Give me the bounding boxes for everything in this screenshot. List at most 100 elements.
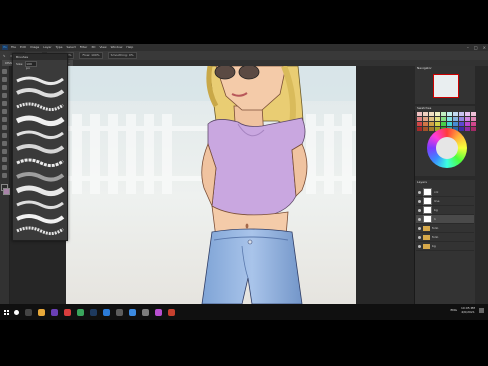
background-color-swatch[interactable] (3, 188, 10, 195)
visibility-eye-icon[interactable] (418, 199, 421, 203)
layer-row[interactable]: folio (416, 224, 474, 233)
visibility-eye-icon[interactable] (418, 208, 421, 212)
menu-3d[interactable]: 3D (91, 44, 95, 51)
swatch-cell[interactable] (429, 112, 434, 116)
shape-tool-icon[interactable] (2, 157, 7, 162)
layer-row[interactable]: line (416, 197, 474, 206)
swatch-cell[interactable] (447, 117, 452, 121)
eyedropper-tool-icon[interactable] (2, 101, 7, 106)
gradient-tool-icon[interactable] (2, 125, 7, 130)
swatch-cell[interactable] (453, 122, 458, 126)
swatch-cell[interactable] (417, 127, 422, 131)
file-explorer-icon[interactable] (38, 308, 45, 316)
visibility-eye-icon[interactable] (418, 235, 421, 239)
lasso-tool-icon[interactable] (2, 85, 7, 90)
crop-tool-icon[interactable] (2, 93, 7, 98)
brush-preset-9[interactable] (15, 185, 65, 197)
layer-row[interactable]: 1 (416, 215, 474, 224)
layer-row[interactable]: bg (416, 206, 474, 215)
maximize-button[interactable]: □ (474, 44, 478, 51)
photoshop-taskbar-icon[interactable] (90, 308, 97, 316)
swatch-cell[interactable] (453, 112, 458, 116)
swatch-cell[interactable] (447, 112, 452, 116)
color-wheel[interactable] (427, 128, 467, 168)
swatch-cell[interactable] (465, 122, 470, 126)
brush-preset-7[interactable] (16, 158, 64, 168)
brush-preset-3[interactable] (16, 102, 64, 112)
swatch-cell[interactable] (423, 122, 428, 126)
brush-size-input[interactable]: 100 px (25, 60, 38, 70)
blur-tool-icon[interactable] (2, 133, 7, 138)
menu-image[interactable]: Image (30, 44, 39, 51)
brush-preset-10[interactable] (16, 200, 64, 210)
document-canvas[interactable] (66, 66, 356, 304)
hand-tool-icon[interactable] (2, 165, 7, 170)
move-tool-icon[interactable] (2, 69, 7, 74)
swatch-cell[interactable] (447, 122, 452, 126)
swatch-cell[interactable] (441, 117, 446, 121)
swatch-cell[interactable] (417, 122, 422, 126)
swatch-cell[interactable] (429, 127, 434, 131)
swatch-cell[interactable] (429, 117, 434, 121)
swatch-cell[interactable] (465, 112, 470, 116)
app-icon-7[interactable] (168, 308, 175, 316)
menu-filter[interactable]: Filter (80, 44, 87, 51)
menu-select[interactable]: Select (67, 44, 76, 51)
visibility-eye-icon[interactable] (418, 190, 421, 194)
brush-preset-6[interactable] (16, 144, 65, 154)
brush-preset-8[interactable] (16, 172, 65, 182)
swatch-cell[interactable] (459, 122, 464, 126)
search-icon[interactable] (14, 309, 19, 315)
menu-file[interactable]: File (11, 44, 16, 51)
swatch-cell[interactable] (465, 117, 470, 121)
layer-row[interactable]: col (416, 188, 474, 197)
app-icon-1[interactable] (51, 308, 58, 316)
swatch-cell[interactable] (465, 127, 470, 131)
swatch-cell[interactable] (435, 117, 440, 121)
swatch-cell[interactable] (453, 117, 458, 121)
swatch-cell[interactable] (471, 127, 476, 131)
tray-clock[interactable]: 10:05 PM 4/6/2021 (461, 306, 475, 314)
brush-preset-11[interactable] (16, 214, 65, 224)
swatch-cell[interactable] (441, 112, 446, 116)
menu-layer[interactable]: Layer (43, 44, 51, 51)
zoom-tool-icon[interactable] (2, 173, 7, 178)
swatch-cell[interactable] (459, 127, 464, 131)
navigator-thumbnail[interactable] (433, 74, 459, 98)
brush-tool-icon[interactable]: ✎ (3, 54, 6, 58)
brush-preset-2[interactable] (16, 88, 65, 98)
chrome-icon[interactable] (77, 308, 84, 316)
swatch-cell[interactable] (471, 117, 476, 121)
swatch-cell[interactable] (471, 122, 476, 126)
app-icon-3[interactable] (103, 308, 110, 316)
photoshop-logo-icon[interactable]: Ps (2, 45, 8, 50)
app-icon-4[interactable] (129, 308, 136, 316)
swatch-cell[interactable] (429, 122, 434, 126)
minimize-button[interactable]: – (467, 44, 469, 51)
visibility-eye-icon[interactable] (418, 244, 421, 248)
steam-icon[interactable] (116, 308, 123, 316)
menu-type[interactable]: Type (56, 44, 63, 51)
brush-preset-5[interactable] (16, 130, 64, 140)
swatch-cell[interactable] (423, 112, 428, 116)
menu-view[interactable]: View (99, 44, 106, 51)
menu-help[interactable]: Help (126, 44, 133, 51)
brush-preset-4[interactable] (15, 115, 65, 127)
app-icon-5[interactable] (142, 308, 149, 316)
swatch-cell[interactable] (471, 112, 476, 116)
visibility-eye-icon[interactable] (418, 226, 421, 230)
windows-start-icon[interactable] (4, 309, 9, 315)
close-button[interactable]: × (483, 44, 486, 51)
brush-tool-icon[interactable] (2, 109, 7, 114)
flow-field[interactable]: Flow: 100% (79, 52, 103, 59)
swatch-cell[interactable] (423, 117, 428, 121)
text-tool-icon[interactable] (2, 141, 7, 146)
swatch-cell[interactable] (441, 122, 446, 126)
app-icon-6[interactable] (155, 308, 162, 316)
swatch-cell[interactable] (459, 117, 464, 121)
swatch-cell[interactable] (417, 117, 422, 121)
swatch-cell[interactable] (435, 112, 440, 116)
brush-preset-1[interactable] (16, 76, 64, 86)
smoothing-field[interactable]: Smoothing: 0% (107, 52, 137, 59)
notification-icon[interactable] (479, 307, 484, 313)
